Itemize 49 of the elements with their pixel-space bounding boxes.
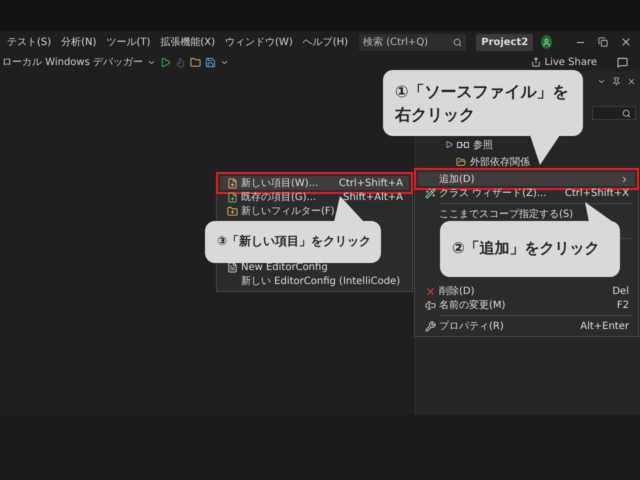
menu-item[interactable]: 新しいフィルター(F)	[220, 204, 409, 218]
reference-icon	[457, 142, 469, 148]
menu-bar-item[interactable]: ツール(T)	[103, 35, 154, 49]
project-name: Project2	[476, 34, 534, 50]
search-icon	[453, 38, 462, 46]
debugger-label[interactable]: ローカル Windows デバッガー	[2, 55, 143, 69]
folder-icon	[226, 206, 238, 216]
dropdown-caret-icon[interactable]	[597, 77, 606, 86]
menu-item[interactable]: 新しい項目(W)... Ctrl+Shift+A	[220, 176, 409, 190]
add-file-icon	[226, 192, 238, 202]
wizard-icon	[424, 188, 436, 198]
search-field[interactable]	[592, 106, 636, 120]
expand-arrow-icon[interactable]	[446, 141, 453, 148]
menu-bar-item[interactable]: テスト(S)	[4, 35, 54, 49]
wrench-icon	[424, 320, 436, 332]
file-icon	[226, 262, 238, 272]
feedback-icon[interactable]	[617, 56, 628, 68]
rename-icon	[424, 300, 436, 310]
menu-bar-item[interactable]: 分析(N)	[58, 35, 100, 49]
avatar-icon[interactable]	[541, 35, 552, 49]
menu-item[interactable]: 新しい EditorConfig (IntelliCode)	[220, 274, 409, 288]
folder-icon	[456, 156, 466, 166]
new-file-icon	[226, 178, 238, 188]
tree-item[interactable]: 外部依存関係	[420, 155, 636, 168]
close-icon[interactable]	[627, 77, 636, 86]
search-field[interactable]: 検索 (Ctrl+Q)	[359, 34, 466, 50]
menu-item[interactable]: 追加(D)	[418, 172, 635, 186]
callout-pointer	[530, 135, 560, 165]
menu-bar-item[interactable]: ウィンドウ(W)	[222, 35, 296, 49]
share-icon	[530, 57, 541, 67]
menu-item[interactable]: プロパティ(R) Alt+Enter	[418, 319, 635, 333]
pin-icon[interactable]	[612, 77, 621, 86]
callout-pointer	[585, 202, 613, 222]
menu-item[interactable]: 既存の項目(G)... Shift+Alt+A	[220, 190, 409, 204]
play-icon[interactable]	[160, 56, 171, 68]
save-icon[interactable]	[205, 56, 216, 68]
callout-bubble: ①「ソースファイル」を 右クリック	[383, 70, 583, 136]
menu-item[interactable]: クラス ウィザード(Z)... Ctrl+Shift+X	[418, 186, 635, 200]
search-icon	[622, 108, 631, 118]
menu-item[interactable]: New EditorConfig	[220, 260, 409, 274]
menu-bar-item[interactable]: 拡張機能(X)	[157, 35, 218, 49]
menu-item[interactable]: ここまでスコープ指定する(S)	[418, 207, 635, 221]
menu-bar-item[interactable]: ヘルプ(H)	[300, 35, 352, 49]
live-share-button[interactable]: Live Share	[530, 56, 597, 68]
delete-icon	[424, 286, 436, 296]
folder-icon[interactable]	[190, 56, 201, 68]
menu-item[interactable]: 削除(D) Del	[418, 284, 635, 298]
tree-item[interactable]: 参照	[420, 138, 636, 151]
menu-item[interactable]: 名前の変更(M) F2	[418, 298, 635, 312]
